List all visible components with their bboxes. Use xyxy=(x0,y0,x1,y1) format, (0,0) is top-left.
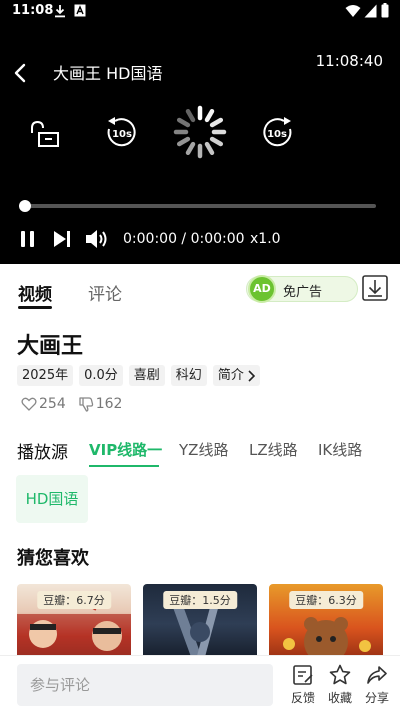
tag-score: 0.0分 xyxy=(79,365,123,386)
movie-tags: 2025年 0.0分 喜剧 科幻 简介 xyxy=(17,365,260,386)
like-count: 254 xyxy=(39,396,66,412)
line-tab-lz[interactable]: LZ线路 xyxy=(249,439,298,460)
next-episode-icon[interactable] xyxy=(52,229,72,249)
recommendation-card[interactable]: 豆瓣：6.7分 xyxy=(17,584,131,664)
dislike-count: 162 xyxy=(95,396,123,412)
line-tab-vip1[interactable]: VIP线路一 xyxy=(89,439,162,460)
unlock-icon[interactable] xyxy=(30,120,60,148)
ad-badge: AD xyxy=(248,275,276,303)
playback-speed-button[interactable]: x1.0 xyxy=(250,231,281,247)
tab-video[interactable]: 视频 xyxy=(18,280,52,305)
app-notification-icon xyxy=(74,4,86,17)
play-source-label: 播放源 xyxy=(17,443,68,463)
back-arrow-icon[interactable] xyxy=(10,62,32,84)
ad-free-label: 免广告 xyxy=(283,285,323,300)
ad-free-button[interactable]: AD 免广告 xyxy=(246,275,358,303)
tag-genre-scifi: 科幻 xyxy=(170,365,207,386)
favorite-button[interactable]: 收藏 xyxy=(322,664,358,706)
dislike-thumb-icon[interactable] xyxy=(78,396,94,412)
seek-thumb[interactable] xyxy=(19,200,31,212)
loading-spinner xyxy=(173,105,227,159)
tag-genre-comedy: 喜剧 xyxy=(128,365,165,386)
wifi-icon xyxy=(345,5,361,17)
share-label: 分享 xyxy=(364,691,389,705)
favorite-label: 收藏 xyxy=(327,691,352,705)
tab-comment[interactable]: 评论 xyxy=(88,280,122,305)
like-heart-icon[interactable] xyxy=(21,396,37,412)
star-icon xyxy=(329,664,351,685)
feedback-icon xyxy=(293,665,313,685)
pause-icon[interactable] xyxy=(18,229,38,249)
line-active-indicator xyxy=(89,465,159,467)
line-tab-ik[interactable]: IK线路 xyxy=(318,439,362,460)
status-time: 11:08 xyxy=(12,3,54,18)
episode-chip[interactable]: HD国语 xyxy=(16,475,88,523)
poster-score-badge: 豆瓣：6.7分 xyxy=(37,591,111,609)
movie-stats: 254 162 xyxy=(21,396,122,412)
time-display: 0:00:00 / 0:00:00 xyxy=(123,231,245,247)
share-button[interactable]: 分享 xyxy=(359,664,395,706)
chevron-right-icon xyxy=(248,369,255,382)
rewind-10s-icon[interactable]: 10s xyxy=(105,116,137,148)
tab-active-indicator xyxy=(18,306,52,309)
forward-10s-icon[interactable]: 10s xyxy=(262,116,294,148)
recommendation-card[interactable]: 豆瓣：1.5分 xyxy=(143,584,257,664)
battery-icon xyxy=(381,3,389,18)
seek-bar[interactable] xyxy=(24,204,376,208)
forward-label: 10s xyxy=(267,129,287,140)
poster-score-badge: 豆瓣：1.5分 xyxy=(163,591,237,609)
bottom-action-bar: 反馈 收藏 分享 xyxy=(0,655,400,712)
poster-score-badge: 豆瓣：6.3分 xyxy=(289,591,363,609)
player-clock: 11:08:40 xyxy=(315,52,383,70)
recommendations-heading: 猜您喜欢 xyxy=(17,548,89,569)
recommendation-card[interactable]: 豆瓣：6.3分 xyxy=(269,584,383,664)
volume-icon[interactable] xyxy=(84,227,110,251)
video-player[interactable]: 大画王 HD国语 11:08:40 10s 10s 0:00:00 / 0:00… xyxy=(0,24,400,264)
movie-title: 大画王 xyxy=(17,334,84,359)
feedback-button[interactable]: 反馈 xyxy=(285,664,321,706)
intro-label: 简介 xyxy=(217,368,244,383)
rewind-label: 10s xyxy=(112,129,132,140)
download-icon[interactable] xyxy=(362,275,388,301)
share-arrow-icon xyxy=(367,666,387,684)
status-bar: 11:08 xyxy=(0,0,400,24)
comment-input[interactable] xyxy=(17,664,273,706)
download-notification-icon xyxy=(55,5,65,18)
intro-button[interactable]: 简介 xyxy=(212,365,260,386)
tag-year: 2025年 xyxy=(17,365,74,386)
signal-icon xyxy=(364,4,377,18)
video-title: 大画王 HD国语 xyxy=(53,64,163,83)
feedback-label: 反馈 xyxy=(290,691,315,705)
line-tab-yz[interactable]: YZ线路 xyxy=(179,439,228,460)
